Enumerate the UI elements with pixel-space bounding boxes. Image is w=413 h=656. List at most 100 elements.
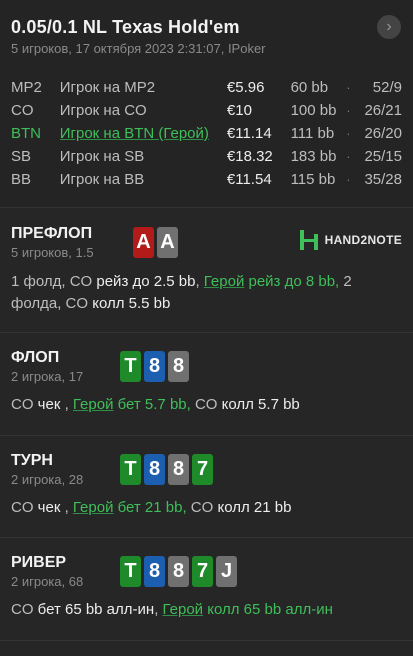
player-stat: 26/21 xyxy=(364,102,402,119)
player-row-hero[interactable]: BTN Игрок на BTN (Герой) €11.14 111 bb ·… xyxy=(11,122,402,145)
card: 8 xyxy=(144,556,165,587)
action-text: CO xyxy=(11,396,38,413)
street-head: ТУРН 2 игрока, 28 T 8 8 7 xyxy=(11,452,402,487)
hero-action: бет 21 bb, xyxy=(113,499,187,516)
street-titles: ФЛОП 2 игрока, 17 xyxy=(11,349,120,384)
street-name: ТУРН xyxy=(11,452,53,469)
street-river: РИВЕР 2 игрока, 68 T 8 8 7 J CO бет 65 b… xyxy=(0,538,413,641)
street-sub: 2 игрока, 68 xyxy=(11,574,84,589)
player-position: CO xyxy=(11,102,34,119)
board-cards: T 8 8 xyxy=(120,351,189,382)
street-head: РИВЕР 2 игрока, 68 T 8 8 7 J xyxy=(11,554,402,589)
player-row[interactable]: SB Игрок на SB €18.32 183 bb · 25/15 xyxy=(11,145,402,168)
street-name: РИВЕР xyxy=(11,554,67,571)
separator-dot: · xyxy=(346,126,351,141)
player-stack: €11.54 xyxy=(226,171,272,188)
action-text: , xyxy=(195,273,204,290)
card: T xyxy=(120,556,141,587)
hand-header: 0.05/0.1 NL Texas Hold'em › 5 игроков, 1… xyxy=(0,0,413,208)
action-text: , xyxy=(60,396,73,413)
hero-link[interactable]: Герой xyxy=(204,273,245,290)
street-name: ПРЕФЛОП xyxy=(11,225,93,242)
action-text: бет 65 bb алл-ин xyxy=(37,601,155,618)
street-titles: ТУРН 2 игрока, 28 xyxy=(11,452,120,487)
hero-link[interactable]: Герой xyxy=(73,499,114,516)
chevron-right-icon[interactable]: › xyxy=(377,15,401,39)
street-flop: ФЛОП 2 игрока, 17 T 8 8 CO чек , Герой б… xyxy=(0,333,413,436)
hand2note-logo: HAND2NOTE xyxy=(299,229,402,251)
street-head: ПРЕФЛОП 5 игроков, 1.5 A A HAND2NOTE xyxy=(11,225,402,260)
street-actions: CO чек , Герой бет 5.7 bb, CO колл 5.7 b… xyxy=(11,394,402,416)
hand-subtitle: 5 игроков, 17 октября 2023 2:31:07, IPok… xyxy=(11,41,266,56)
action-text: CO xyxy=(190,396,222,413)
player-stack-bb: 111 bb xyxy=(290,125,335,142)
player-row[interactable]: BB Игрок на BB €11.54 115 bb · 35/28 xyxy=(11,168,402,191)
card: 8 xyxy=(144,454,165,485)
hero-link[interactable]: Герой xyxy=(73,396,114,413)
street-sub: 2 игрока, 17 xyxy=(11,369,84,384)
card: 7 xyxy=(192,454,213,485)
separator-dot: · xyxy=(346,149,351,164)
player-stack: €10 xyxy=(226,102,252,119)
player-position: BTN xyxy=(11,125,41,142)
street-name: ФЛОП xyxy=(11,349,60,366)
player-position: SB xyxy=(11,148,32,165)
card: T xyxy=(120,454,141,485)
street-titles: РИВЕР 2 игрока, 68 xyxy=(11,554,120,589)
player-name[interactable]: Игрок на BTN (Герой) xyxy=(60,125,227,142)
street-actions: 1 фолд, CO рейз до 2.5 bb, Герой рейз до… xyxy=(11,271,402,315)
hand2note-icon xyxy=(299,230,318,250)
street-sub: 2 игрока, 28 xyxy=(11,472,84,487)
player-row[interactable]: CO Игрок на CO €10 100 bb · 26/21 xyxy=(11,99,402,122)
player-position: MP2 xyxy=(11,79,42,96)
card: J xyxy=(216,556,237,587)
player-stack-bb: 60 bb xyxy=(290,79,329,96)
player-stack-bb: 115 bb xyxy=(290,171,336,188)
player-row[interactable]: MP2 Игрок на MP2 €5.96 60 bb · 52/9 xyxy=(11,76,402,99)
player-stack-bb: 100 bb xyxy=(290,102,337,119)
player-name[interactable]: Игрок на BB xyxy=(60,171,227,188)
separator-dot: · xyxy=(346,103,351,118)
board-cards: T 8 8 7 J xyxy=(120,556,237,587)
player-stat: 26/20 xyxy=(364,125,402,142)
action-text: CO xyxy=(186,499,218,516)
card: 8 xyxy=(168,556,189,587)
card: 8 xyxy=(144,351,165,382)
street-head: ФЛОП 2 игрока, 17 T 8 8 xyxy=(11,349,402,384)
player-stat: 25/15 xyxy=(364,148,402,165)
player-name[interactable]: Игрок на SB xyxy=(60,148,227,165)
action-text: , xyxy=(154,601,163,618)
action-text: колл 5.5 bb xyxy=(92,295,171,312)
hand-title: 0.05/0.1 NL Texas Hold'em xyxy=(11,16,240,37)
separator-dot: · xyxy=(346,172,351,187)
action-text: , xyxy=(60,499,73,516)
action-text: 1 фолд, CO xyxy=(11,273,97,290)
player-stack: €5.96 xyxy=(226,79,265,96)
board-cards: T 8 8 7 xyxy=(120,454,213,485)
card: 7 xyxy=(192,556,213,587)
separator-dot: · xyxy=(346,80,351,95)
card: 8 xyxy=(168,351,189,382)
player-stack: €11.14 xyxy=(226,125,272,142)
player-stack: €18.32 xyxy=(226,148,273,165)
action-text: колл 5.7 bb xyxy=(221,396,300,413)
player-position: BB xyxy=(11,171,32,188)
player-stat: 35/28 xyxy=(364,171,402,188)
street-turn: ТУРН 2 игрока, 28 T 8 8 7 CO чек , Герой… xyxy=(0,436,413,538)
card: A xyxy=(133,227,154,258)
hand-history-panel: 0.05/0.1 NL Texas Hold'em › 5 игроков, 1… xyxy=(0,0,413,656)
hero-link[interactable]: Герой xyxy=(163,601,204,618)
player-name[interactable]: Игрок на CO xyxy=(60,102,227,119)
card: T xyxy=(120,351,141,382)
action-text: чек xyxy=(37,396,61,413)
street-preflop: ПРЕФЛОП 5 игроков, 1.5 A A HAND2NOTE 1 ф… xyxy=(0,208,413,333)
hero-action: колл 65 bb алл-ин xyxy=(203,601,333,618)
player-stat: 52/9 xyxy=(372,79,402,96)
player-name[interactable]: Игрок на MP2 xyxy=(60,79,227,96)
player-stack-bb: 183 bb xyxy=(290,148,337,165)
hero-action: бет 5.7 bb, xyxy=(113,396,191,413)
action-text: CO xyxy=(11,499,38,516)
title-row: 0.05/0.1 NL Texas Hold'em › xyxy=(11,14,402,40)
street-titles: ПРЕФЛОП 5 игроков, 1.5 xyxy=(11,225,133,260)
action-text: колл 21 bb xyxy=(217,499,292,516)
